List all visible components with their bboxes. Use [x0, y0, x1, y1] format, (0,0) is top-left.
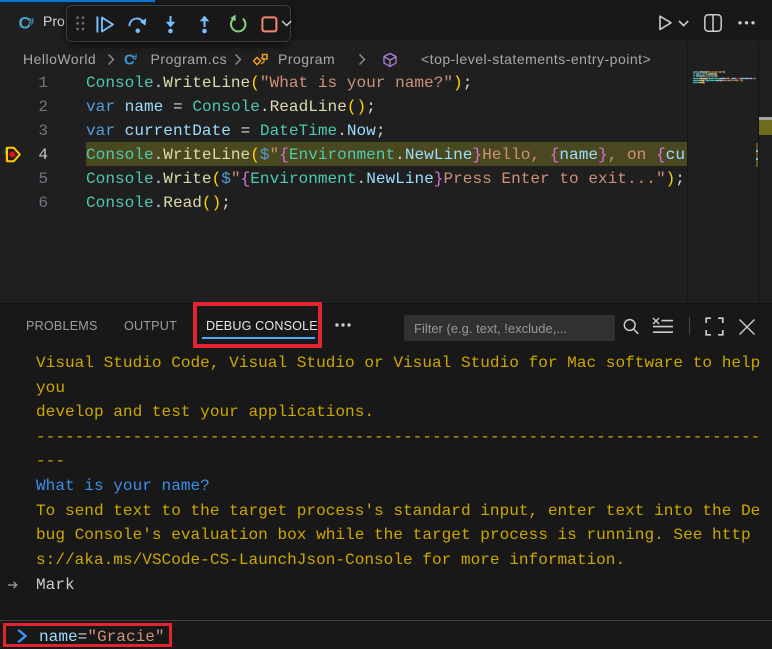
svg-text:#: # — [29, 17, 35, 28]
svg-text:#: # — [132, 52, 137, 62]
